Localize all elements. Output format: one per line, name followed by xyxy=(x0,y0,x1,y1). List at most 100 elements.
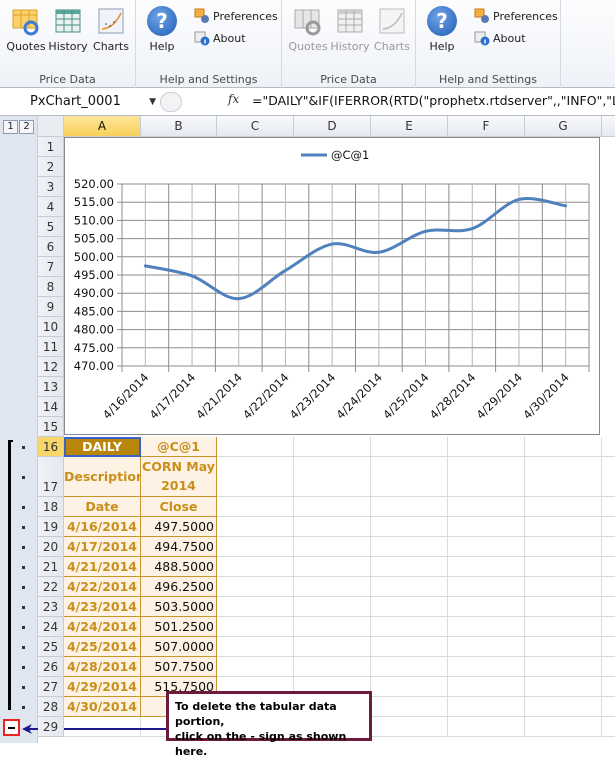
row-header-4[interactable]: 4 xyxy=(38,197,64,217)
cell-a16-interval[interactable]: DAILY xyxy=(64,437,141,457)
cell[interactable] xyxy=(448,497,525,517)
cell[interactable] xyxy=(217,437,294,457)
cell[interactable] xyxy=(294,617,371,637)
outline-level-1-button[interactable]: 1 xyxy=(3,120,18,134)
cell[interactable] xyxy=(525,717,602,737)
table-row-date[interactable]: 4/24/2014 xyxy=(64,617,141,637)
cell[interactable] xyxy=(602,677,615,697)
table-row-close[interactable]: 503.5000 xyxy=(141,597,217,617)
row-header-19[interactable]: 19 xyxy=(38,517,64,537)
cell[interactable] xyxy=(371,677,448,697)
preferences-button[interactable]: Preferences xyxy=(194,8,278,24)
cell[interactable] xyxy=(602,497,615,517)
cell[interactable] xyxy=(448,697,525,717)
cell[interactable] xyxy=(525,577,602,597)
cell[interactable] xyxy=(525,497,602,517)
cell[interactable] xyxy=(371,717,448,737)
cell[interactable] xyxy=(217,517,294,537)
help-button[interactable]: ? Help xyxy=(140,6,184,54)
cell[interactable] xyxy=(217,597,294,617)
cell[interactable] xyxy=(294,457,371,497)
cell[interactable] xyxy=(602,437,615,457)
row-header-10[interactable]: 10 xyxy=(38,317,64,337)
row-header-24[interactable]: 24 xyxy=(38,617,64,637)
cell[interactable] xyxy=(294,537,371,557)
cell[interactable] xyxy=(217,557,294,577)
cell[interactable] xyxy=(371,517,448,537)
quotes-button[interactable]: Quotes xyxy=(4,6,48,54)
name-box-dropdown-icon[interactable]: ▼ xyxy=(149,92,156,112)
cell[interactable] xyxy=(294,657,371,677)
row-header-21[interactable]: 21 xyxy=(38,557,64,577)
cell[interactable] xyxy=(602,717,615,737)
cell[interactable] xyxy=(371,597,448,617)
cell[interactable] xyxy=(525,457,602,497)
cell[interactable] xyxy=(602,657,615,677)
cell[interactable] xyxy=(448,577,525,597)
cell[interactable] xyxy=(217,457,294,497)
row-header-3[interactable]: 3 xyxy=(38,177,64,197)
cell[interactable] xyxy=(448,557,525,577)
name-box[interactable]: PxChart_0001 ▼ xyxy=(2,92,158,112)
cell[interactable] xyxy=(448,617,525,637)
cell[interactable] xyxy=(448,517,525,537)
cell[interactable] xyxy=(448,597,525,617)
column-header-b[interactable]: B xyxy=(141,116,217,137)
table-row-close[interactable]: 507.7500 xyxy=(141,657,217,677)
cell[interactable] xyxy=(371,697,448,717)
cell[interactable] xyxy=(525,657,602,677)
row-header-22[interactable]: 22 xyxy=(38,577,64,597)
table-row-close[interactable]: 488.5000 xyxy=(141,557,217,577)
collapse-outline-button[interactable] xyxy=(3,719,20,736)
table-row-date[interactable]: 4/28/2014 xyxy=(64,657,141,677)
cell[interactable] xyxy=(294,637,371,657)
cell[interactable] xyxy=(371,457,448,497)
price-chart[interactable]: 470.00 475.00 480.00 485.00 490.00 495.00 500.… xyxy=(64,137,600,435)
table-row-date[interactable]: 4/30/2014 xyxy=(64,697,141,717)
cell-b18-close-header[interactable]: Close xyxy=(141,497,217,517)
row-header-27[interactable]: 27 xyxy=(38,677,64,697)
column-header-h[interactable]: H xyxy=(602,116,615,137)
help-button-2[interactable]: ? Help xyxy=(420,6,464,54)
cell[interactable] xyxy=(602,697,615,717)
cell[interactable] xyxy=(448,437,525,457)
cell[interactable] xyxy=(525,597,602,617)
cell[interactable] xyxy=(371,617,448,637)
column-header-c[interactable]: C xyxy=(217,116,294,137)
cell[interactable] xyxy=(294,557,371,577)
row-header-28[interactable]: 28 xyxy=(38,697,64,717)
cell[interactable] xyxy=(294,577,371,597)
about-button[interactable]: About xyxy=(194,30,246,46)
table-row-close[interactable]: 497.5000 xyxy=(141,517,217,537)
cell[interactable] xyxy=(525,557,602,577)
row-header-9[interactable]: 9 xyxy=(38,297,64,317)
cell[interactable] xyxy=(602,617,615,637)
row-header-8[interactable]: 8 xyxy=(38,277,64,297)
cell[interactable] xyxy=(371,537,448,557)
cell[interactable] xyxy=(294,437,371,457)
table-row-date[interactable]: 4/17/2014 xyxy=(64,537,141,557)
cell[interactable] xyxy=(294,517,371,537)
cell[interactable] xyxy=(602,577,615,597)
table-row-date[interactable]: 4/16/2014 xyxy=(64,517,141,537)
row-header-6[interactable]: 6 xyxy=(38,237,64,257)
cell[interactable] xyxy=(217,577,294,597)
select-all-button[interactable] xyxy=(38,116,64,137)
cell[interactable] xyxy=(448,717,525,737)
cell[interactable] xyxy=(602,517,615,537)
row-header-15[interactable]: 15 xyxy=(38,417,64,437)
cell[interactable] xyxy=(525,437,602,457)
row-header-29[interactable]: 29 xyxy=(38,717,64,737)
cell[interactable] xyxy=(525,537,602,557)
cell[interactable] xyxy=(448,537,525,557)
row-header-23[interactable]: 23 xyxy=(38,597,64,617)
cell[interactable] xyxy=(448,457,525,497)
row-header-17[interactable]: 17 xyxy=(38,457,64,497)
column-header-d[interactable]: D xyxy=(294,116,371,137)
cell[interactable] xyxy=(448,637,525,657)
preferences-button-2[interactable]: Preferences xyxy=(474,8,558,24)
cell[interactable] xyxy=(217,657,294,677)
row-header-1[interactable]: 1 xyxy=(38,137,64,157)
row-header-14[interactable]: 14 xyxy=(38,397,64,417)
insert-function-icon[interactable]: fx xyxy=(228,92,239,106)
